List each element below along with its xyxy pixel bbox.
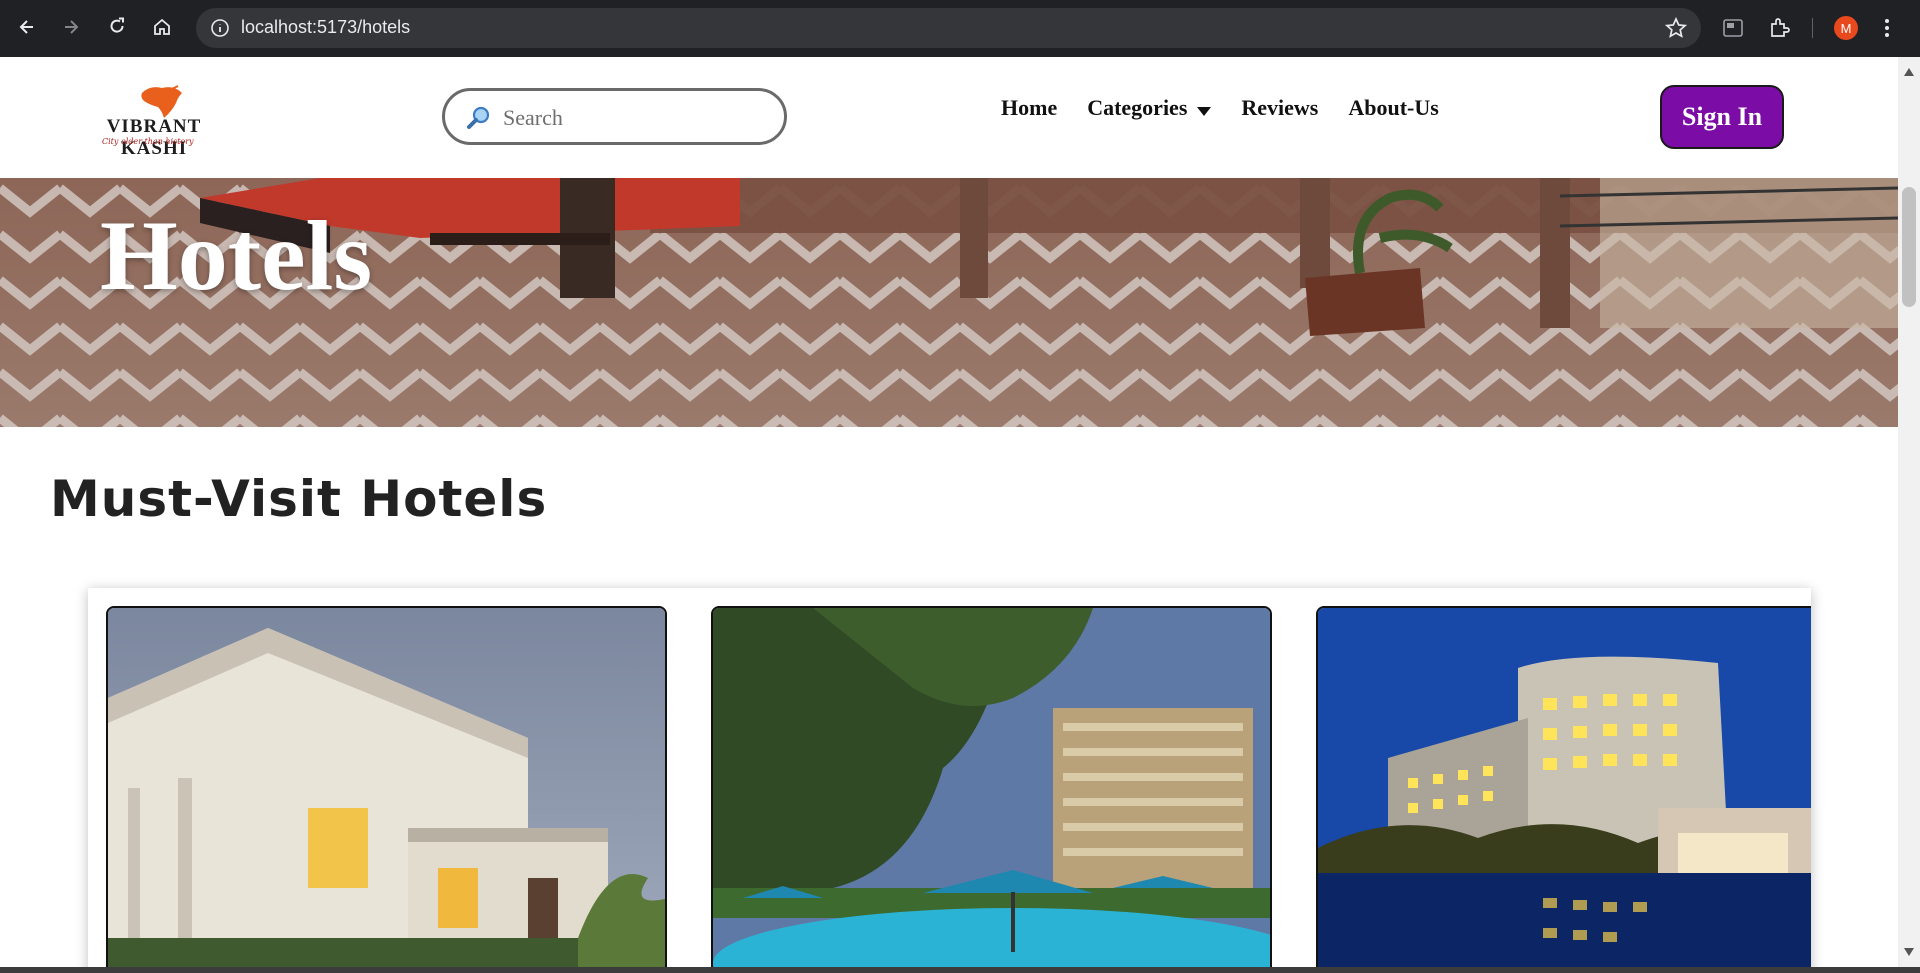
profile-avatar[interactable]: M [1834,16,1858,40]
hotel-card[interactable] [711,606,1272,967]
page-title: Hotels [100,200,373,311]
hero-banner: Hotels [0,178,1898,427]
nav-home[interactable]: Home [1001,95,1057,121]
hotel-card[interactable] [106,606,667,967]
scroll-down-icon[interactable] [1904,943,1914,961]
puzzle-icon[interactable] [1768,16,1792,40]
search-input[interactable] [501,103,775,133]
section-heading: Must-Visit Hotels [50,470,548,528]
hotel-image [713,608,1270,967]
nav-reviews[interactable]: Reviews [1241,95,1318,121]
scroll-up-icon[interactable] [1904,63,1914,81]
search-icon [467,106,491,135]
chevron-down-icon [1197,96,1212,122]
back-icon[interactable] [14,14,40,40]
extension-icon[interactable] [1722,17,1744,39]
vertical-scrollbar[interactable] [1898,57,1920,967]
logo-tagline: City older than history [102,137,194,146]
forward-icon[interactable] [58,14,84,40]
scrollbar-thumb[interactable] [1902,187,1916,307]
site-header: VIBRANT KASHI City older than history Ho… [0,57,1898,178]
nav-about[interactable]: About-Us [1348,95,1438,121]
sign-in-button[interactable]: Sign In [1660,85,1784,149]
hotel-carousel [88,588,1811,967]
toolbar-divider [1812,18,1813,38]
browser-toolbar: localhost:5173/hotels M [0,0,1920,57]
reload-icon[interactable] [104,14,130,40]
window-bottom-edge [0,967,1920,973]
hotel-image [108,608,665,967]
hotel-image [1318,608,1811,967]
logo-map-icon [141,85,182,118]
url-text[interactable]: localhost:5173/hotels [241,17,410,38]
home-icon[interactable] [149,14,175,40]
nav-categories[interactable]: Categories [1087,93,1212,122]
info-icon[interactable] [210,18,230,38]
hotel-card[interactable] [1316,606,1811,967]
nav-categories-label: Categories [1087,94,1188,120]
menu-icon[interactable] [1884,17,1890,39]
site-logo[interactable]: VIBRANT KASHI City older than history [74,85,234,159]
star-icon[interactable] [1665,17,1687,39]
main-nav: Home Categories Reviews About-Us [1001,93,1469,122]
search-box[interactable] [442,88,787,145]
page-viewport: VIBRANT KASHI City older than history Ho… [0,57,1898,967]
address-bar[interactable]: localhost:5173/hotels [196,8,1701,48]
